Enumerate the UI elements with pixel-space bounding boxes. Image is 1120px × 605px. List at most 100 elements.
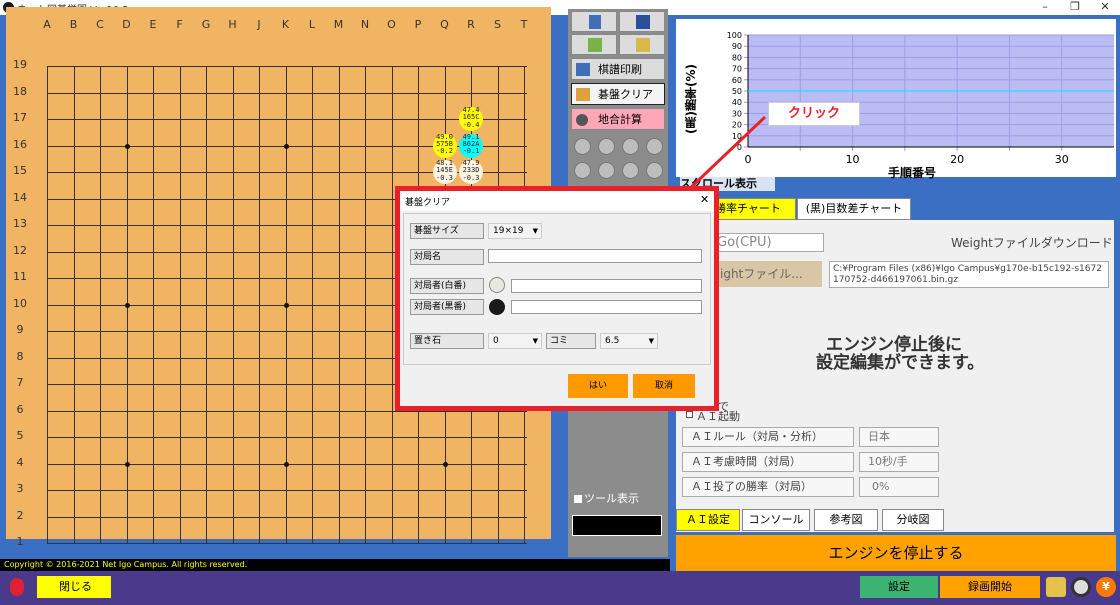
- clear-board-dialog: 碁盤クリア ✕ 碁盤サイズ 19×19 ▼ 対局名 対局者(白番) 対局者(黒番…: [400, 191, 714, 406]
- move-candidate[interactable]: 49.0 575B -0.2: [432, 133, 457, 158]
- x-tick-label: 20: [950, 153, 964, 166]
- move-candidate[interactable]: 49.1 862A -0.1: [459, 133, 483, 158]
- ok-button[interactable]: はい: [568, 374, 628, 398]
- tools-icon[interactable]: [1046, 577, 1066, 597]
- board-icon: [576, 88, 590, 101]
- y-tick-label: 60: [732, 76, 742, 85]
- move-candidate[interactable]: 47.4 165C -0.4: [459, 106, 483, 131]
- back-ten-icon[interactable]: [598, 138, 615, 155]
- tool-button-2[interactable]: [619, 34, 665, 55]
- microphone-icon[interactable]: [10, 578, 24, 596]
- column-label: G: [201, 18, 211, 31]
- minimize-button[interactable]: –: [1030, 0, 1060, 15]
- star-point: [124, 302, 130, 308]
- close-window-button[interactable]: ✕: [1090, 0, 1120, 15]
- tab-score-chart[interactable]: (黒)目数差チャート: [797, 198, 911, 220]
- down-icon[interactable]: [646, 162, 663, 179]
- save-button[interactable]: [619, 11, 665, 32]
- tool-button-1[interactable]: [571, 34, 617, 55]
- black-player-input[interactable]: [511, 300, 702, 314]
- ai-rules-select[interactable]: 日本: [859, 427, 939, 447]
- ai-rules-label: ＡＩルール（対局・分析）: [682, 427, 854, 447]
- column-label: T: [520, 18, 528, 31]
- yen-icon[interactable]: ¥: [1096, 577, 1116, 597]
- pattern-icon: [588, 38, 602, 52]
- back-one-icon[interactable]: [622, 138, 639, 155]
- y-tick-label: 100: [727, 31, 742, 40]
- y-tick-label: 70: [732, 65, 742, 74]
- komi-label: コミ: [546, 333, 596, 349]
- forward-one-icon[interactable]: [574, 162, 591, 179]
- ai-startup-checkbox[interactable]: [686, 411, 693, 418]
- handicap-select[interactable]: 0 ▼: [488, 333, 542, 349]
- row-label: 7: [16, 376, 24, 389]
- clear-board-button[interactable]: 碁盤クリア: [571, 83, 665, 105]
- column-label: L: [308, 18, 316, 31]
- star-point: [283, 302, 289, 308]
- star-point: [124, 143, 130, 149]
- camera-icon[interactable]: [1071, 577, 1091, 597]
- ai-resign-label: ＡＩ投了の勝率（対局）: [682, 477, 854, 497]
- engine-select[interactable]: Go(CPU): [716, 233, 824, 252]
- tab-console[interactable]: コンソール: [742, 509, 810, 531]
- row-label: 3: [16, 482, 24, 495]
- last-move-icon[interactable]: [622, 162, 639, 179]
- grid-line-horizontal: [47, 119, 527, 120]
- row-label: 15: [13, 164, 27, 177]
- game-name-label: 対局名: [410, 249, 484, 265]
- row-label: 16: [13, 137, 27, 151]
- ai-time-select[interactable]: 10秒/手: [859, 452, 939, 472]
- komi-select[interactable]: 6.5 ▼: [600, 333, 658, 349]
- y-tick-label: 30: [732, 109, 742, 118]
- settings-button[interactable]: 設定: [860, 576, 938, 598]
- white-player-input[interactable]: [511, 279, 702, 293]
- move-candidate[interactable]: 47.9 233D -0.3: [459, 159, 483, 184]
- row-label: 4: [16, 455, 24, 469]
- grid-line-horizontal: [47, 92, 527, 94]
- close-button[interactable]: 閉じる: [37, 576, 111, 598]
- tab-reference[interactable]: 参考図: [814, 509, 878, 531]
- dialog-close-icon[interactable]: ✕: [700, 193, 709, 206]
- tab-ai-settings[interactable]: ＡＩ設定: [676, 509, 740, 531]
- row-label: 13: [13, 217, 27, 230]
- column-label: K: [281, 18, 290, 31]
- row-label: 10: [13, 296, 27, 310]
- candidate-text: -0.1: [462, 147, 480, 156]
- stones-icon: [636, 38, 650, 52]
- ai-resign-select[interactable]: 0%: [859, 477, 939, 497]
- column-label: H: [228, 18, 237, 31]
- first-move-icon[interactable]: [574, 138, 591, 155]
- y-tick-label: 10: [732, 132, 742, 141]
- start-recording-button[interactable]: 録画開始: [940, 576, 1040, 598]
- tool-display-checkbox[interactable]: [574, 495, 582, 503]
- open-file-button[interactable]: [571, 11, 617, 32]
- game-name-input[interactable]: [488, 249, 702, 263]
- board-size-select[interactable]: 19×19 ▼: [488, 223, 542, 239]
- print-record-button[interactable]: 棋譜印刷: [571, 58, 665, 80]
- white-player-label: 対局者(白番): [410, 278, 484, 294]
- stop-engine-button[interactable]: エンジンを停止する: [676, 535, 1116, 571]
- weight-download-link[interactable]: Weightファイルダウンロード: [951, 234, 1113, 251]
- weight-file-button[interactable]: ightファイル...: [716, 261, 822, 287]
- move-candidate[interactable]: 48.1 145E -0.3: [432, 159, 457, 184]
- y-tick-label: 50: [732, 87, 742, 96]
- board-size-label: 碁盤サイズ: [410, 223, 484, 239]
- black-stone-icon: [489, 299, 505, 315]
- up-icon[interactable]: [646, 138, 663, 155]
- y-tick-label: 0: [737, 143, 742, 152]
- chart-xlabel: 手順番号: [888, 166, 937, 180]
- printer-icon: [576, 63, 590, 76]
- forward-ten-icon[interactable]: [598, 162, 615, 179]
- engine-settings-panel: Go(CPU) Weightファイルダウンロード ightファイル... C:¥…: [676, 220, 1114, 532]
- tab-branch[interactable]: 分岐図: [882, 509, 944, 531]
- cancel-button[interactable]: 取消: [633, 374, 695, 398]
- restore-button[interactable]: ❐: [1060, 0, 1090, 15]
- column-label: J: [257, 18, 261, 31]
- row-label: 18: [13, 84, 27, 98]
- chevron-down-icon: ▼: [532, 227, 538, 235]
- star-point: [124, 461, 130, 467]
- y-tick-label: 90: [732, 42, 742, 51]
- y-tick-label: 40: [732, 98, 742, 107]
- territory-count-button[interactable]: 地合計算: [571, 108, 665, 130]
- x-tick-label: 0: [745, 153, 752, 166]
